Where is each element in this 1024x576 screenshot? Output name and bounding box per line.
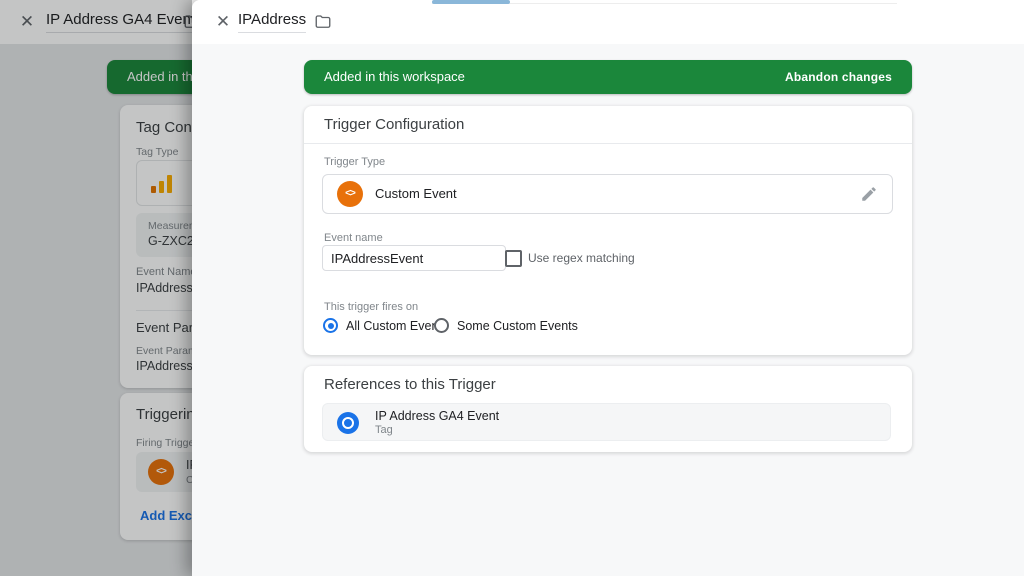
event-name-input[interactable] xyxy=(322,245,506,271)
abandon-changes-button[interactable]: Abandon changes xyxy=(785,60,892,94)
reference-row[interactable]: IP Address GA4 Event Tag xyxy=(322,403,891,441)
custom-event-icon: <> xyxy=(337,181,363,207)
event-name-label: Event name xyxy=(324,232,383,244)
progress-bar xyxy=(432,0,510,4)
workspace-status-banner: Added in this workspace Abandon changes xyxy=(304,60,912,94)
trigger-editor-panel: ✕ IPAddress Added in this workspace Aban… xyxy=(192,0,1024,576)
references-card: References to this Trigger IP Address GA… xyxy=(304,366,912,452)
reference-name: IP Address GA4 Event xyxy=(375,409,499,423)
trigger-type-label: Trigger Type xyxy=(324,156,385,168)
trigger-title-input[interactable]: IPAddress xyxy=(238,11,306,33)
trigger-type-value: Custom Event xyxy=(375,175,457,213)
trigger-editor-header: ✕ IPAddress xyxy=(192,0,1024,44)
radio-some-custom-events[interactable] xyxy=(434,318,449,333)
regex-checkbox[interactable] xyxy=(505,250,522,267)
close-icon[interactable]: ✕ xyxy=(214,13,232,31)
workspace-status-text: Added in this workspace xyxy=(324,60,465,94)
trigger-configuration-card: Trigger Configuration Trigger Type <> Cu… xyxy=(304,106,912,355)
references-title: References to this Trigger xyxy=(304,366,912,403)
trigger-config-title: Trigger Configuration xyxy=(304,106,912,144)
folder-icon[interactable] xyxy=(314,13,332,31)
gtm-workspace-screen: ✕ IP Address GA4 Event Added in this wor… xyxy=(0,0,1024,576)
tag-editor-panel: ✕ IP Address GA4 Event Added in this wor… xyxy=(0,0,192,576)
fires-on-label: This trigger fires on xyxy=(324,301,418,313)
regex-checkbox-label[interactable]: Use regex matching xyxy=(528,251,635,265)
radio-some-label[interactable]: Some Custom Events xyxy=(457,319,578,333)
edit-pencil-icon[interactable] xyxy=(860,185,878,203)
radio-all-label[interactable]: All Custom Events xyxy=(346,319,448,333)
trigger-type-row[interactable]: <> Custom Event xyxy=(322,174,893,214)
modal-scrim xyxy=(0,0,192,576)
radio-all-custom-events[interactable] xyxy=(323,318,338,333)
reference-type: Tag xyxy=(375,424,393,436)
tag-icon xyxy=(337,412,359,434)
